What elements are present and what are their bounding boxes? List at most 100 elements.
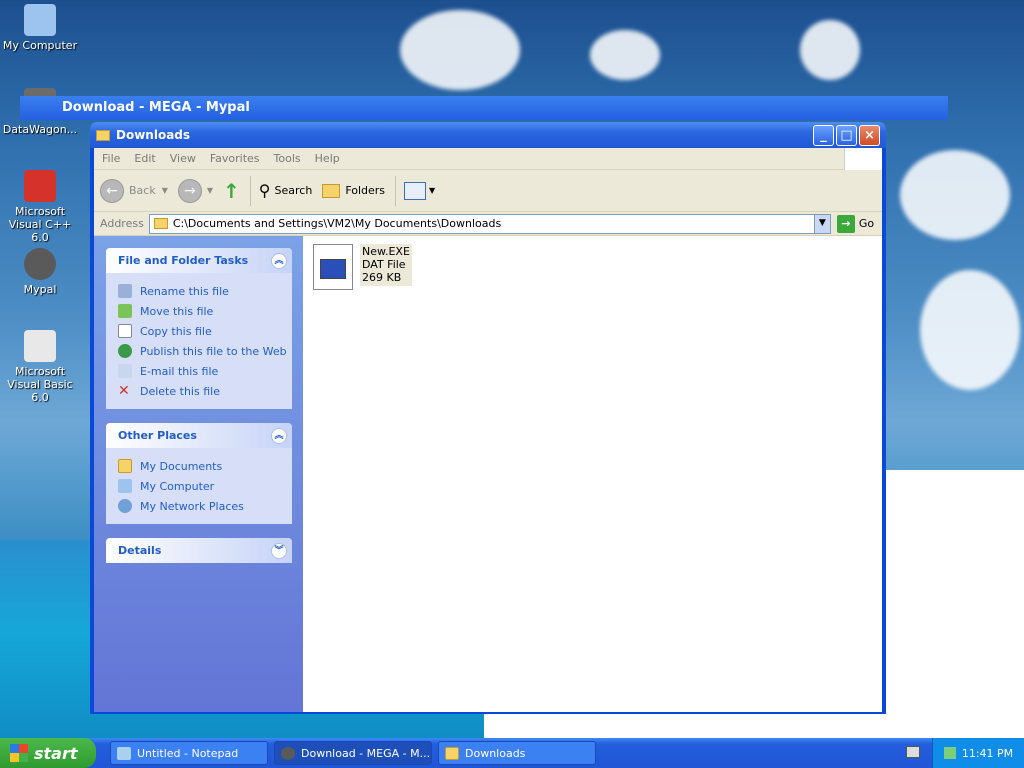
file-info: New.EXE DAT File 269 KB	[360, 244, 412, 286]
file-name: New.EXE	[362, 245, 410, 258]
details-panel: Details ︾	[106, 538, 292, 563]
desktop-icon-my-computer[interactable]: My Computer	[0, 4, 80, 52]
visual-cpp-icon	[24, 170, 56, 202]
folder-icon	[445, 746, 459, 760]
close-button[interactable]: ×	[859, 124, 880, 146]
menu-favorites[interactable]: Favorites	[210, 152, 260, 165]
desktop-icon-label: Microsoft Visual C++ 6.0	[8, 205, 72, 244]
panel-header[interactable]: Details ︾	[106, 538, 292, 563]
taskbar-item-downloads[interactable]: Downloads	[438, 741, 596, 765]
computer-icon	[118, 479, 132, 493]
window-title: Downloads	[116, 128, 191, 142]
up-button[interactable]: ↑	[223, 179, 240, 203]
task-publish[interactable]: Publish this file to the Web	[118, 341, 292, 361]
task-delete[interactable]: ✕ Delete this file	[118, 381, 292, 401]
taskbar-item-notepad[interactable]: Untitled - Notepad	[110, 741, 268, 765]
go-button[interactable]: → Go	[836, 214, 875, 233]
system-tray: 11:41 PM	[932, 738, 1024, 768]
task-copy[interactable]: Copy this file	[118, 321, 292, 341]
clock[interactable]: 11:41 PM	[962, 747, 1013, 760]
menu-bar: File Edit View Favorites Tools Help	[94, 148, 882, 170]
file-item[interactable]: New.EXE DAT File 269 KB	[313, 244, 412, 290]
computer-icon	[24, 4, 56, 36]
windows-logo-icon	[10, 744, 28, 762]
views-button[interactable]: ▼	[404, 181, 436, 200]
globe-icon	[118, 344, 132, 358]
panel-title: File and Folder Tasks	[118, 254, 249, 267]
menu-help[interactable]: Help	[315, 152, 340, 165]
search-label: Search	[274, 184, 313, 197]
start-label: start	[34, 743, 78, 763]
address-bar: Address C:\Documents and Settings\VM2\My…	[94, 212, 882, 236]
place-my-documents[interactable]: My Documents	[118, 456, 292, 476]
mypal-icon	[281, 746, 295, 760]
up-arrow-icon: ↑	[223, 178, 240, 203]
address-path: C:\Documents and Settings\VM2\My Documen…	[172, 217, 502, 230]
back-button[interactable]: ← Back ▼	[100, 178, 168, 203]
keyboard-icon[interactable]	[906, 746, 920, 758]
file-size: 269 KB	[362, 271, 402, 284]
chevron-down-icon[interactable]: ▼	[207, 186, 213, 195]
search-button[interactable]: ⚲ Search	[259, 181, 313, 200]
file-folder-tasks-panel: File and Folder Tasks ︽ Rename this file…	[106, 248, 292, 409]
start-button[interactable]: start	[0, 738, 96, 768]
task-email[interactable]: E-mail this file	[118, 361, 292, 381]
place-label: My Network Places	[140, 499, 244, 513]
wallpaper-cloud	[900, 150, 1010, 240]
window-titlebar[interactable]: Downloads _ □ ×	[90, 122, 886, 148]
place-my-network[interactable]: My Network Places	[118, 496, 292, 516]
wallpaper-cloud	[590, 30, 660, 80]
delete-icon: ✕	[118, 383, 130, 399]
chevron-down-icon[interactable]: ▼	[813, 214, 830, 233]
views-icon	[404, 181, 427, 200]
explorer-window: Downloads _ □ × File Edit View Favorites…	[90, 122, 886, 714]
chevron-up-icon[interactable]: ︽	[271, 252, 287, 269]
place-label: My Documents	[140, 459, 223, 473]
address-input[interactable]: C:\Documents and Settings\VM2\My Documen…	[148, 213, 831, 234]
menu-view[interactable]: View	[170, 152, 196, 165]
menu-file[interactable]: File	[102, 152, 120, 165]
desktop-icon-visual-basic[interactable]: Microsoft Visual Basic 6.0	[0, 330, 80, 404]
forward-button[interactable]: → ▼	[177, 178, 213, 203]
place-label: My Computer	[140, 479, 215, 493]
folders-button[interactable]: Folders	[322, 183, 386, 198]
menu-tools[interactable]: Tools	[274, 152, 301, 165]
panel-header[interactable]: File and Folder Tasks ︽	[106, 248, 292, 273]
chevron-down-icon[interactable]: ︾	[271, 542, 287, 559]
taskbar-item-label: Untitled - Notepad	[137, 746, 239, 760]
task-rename[interactable]: Rename this file	[118, 281, 292, 301]
maximize-button[interactable]: □	[836, 124, 857, 146]
search-icon: ⚲	[258, 181, 271, 200]
folders-label: Folders	[345, 184, 386, 197]
menu-edit[interactable]: Edit	[134, 152, 155, 165]
chevron-down-icon: ▼	[429, 186, 436, 195]
rename-icon	[118, 284, 132, 298]
taskbar-item-label: Download - MEGA - M...	[301, 746, 431, 760]
window-content: File and Folder Tasks ︽ Rename this file…	[94, 236, 882, 712]
folder-icon	[96, 129, 110, 141]
taskbar-item-mypal[interactable]: Download - MEGA - M...	[274, 741, 432, 765]
task-label: Copy this file	[140, 324, 212, 338]
panel-title: Other Places	[118, 429, 197, 442]
folder-icon	[153, 218, 168, 229]
chevron-up-icon[interactable]: ︽	[271, 427, 287, 444]
desktop-icon-mypal[interactable]: Mypal	[0, 248, 80, 296]
folder-icon	[118, 459, 132, 473]
wallpaper-cloud	[800, 20, 860, 80]
background-window-titlebar[interactable]: Download - MEGA - Mypal	[20, 96, 948, 120]
wallpaper-cloud	[920, 270, 1020, 390]
go-label: Go	[858, 217, 875, 230]
desktop-icon-label: My Computer	[2, 39, 78, 52]
task-move[interactable]: Move this file	[118, 301, 292, 321]
visual-basic-icon	[24, 330, 56, 362]
toolbar: ← Back ▼ → ▼ ↑ ⚲ Search Folders ▼	[94, 170, 882, 212]
chevron-down-icon[interactable]: ▼	[162, 186, 168, 195]
go-arrow-icon: →	[836, 214, 855, 233]
place-my-computer[interactable]: My Computer	[118, 476, 292, 496]
move-icon	[118, 304, 132, 318]
desktop-icon-visual-cpp[interactable]: Microsoft Visual C++ 6.0	[0, 170, 80, 244]
network-tray-icon[interactable]	[943, 747, 956, 759]
minimize-button[interactable]: _	[813, 124, 834, 146]
taskbar-item-label: Downloads	[465, 746, 526, 760]
panel-header[interactable]: Other Places ︽	[106, 423, 292, 448]
